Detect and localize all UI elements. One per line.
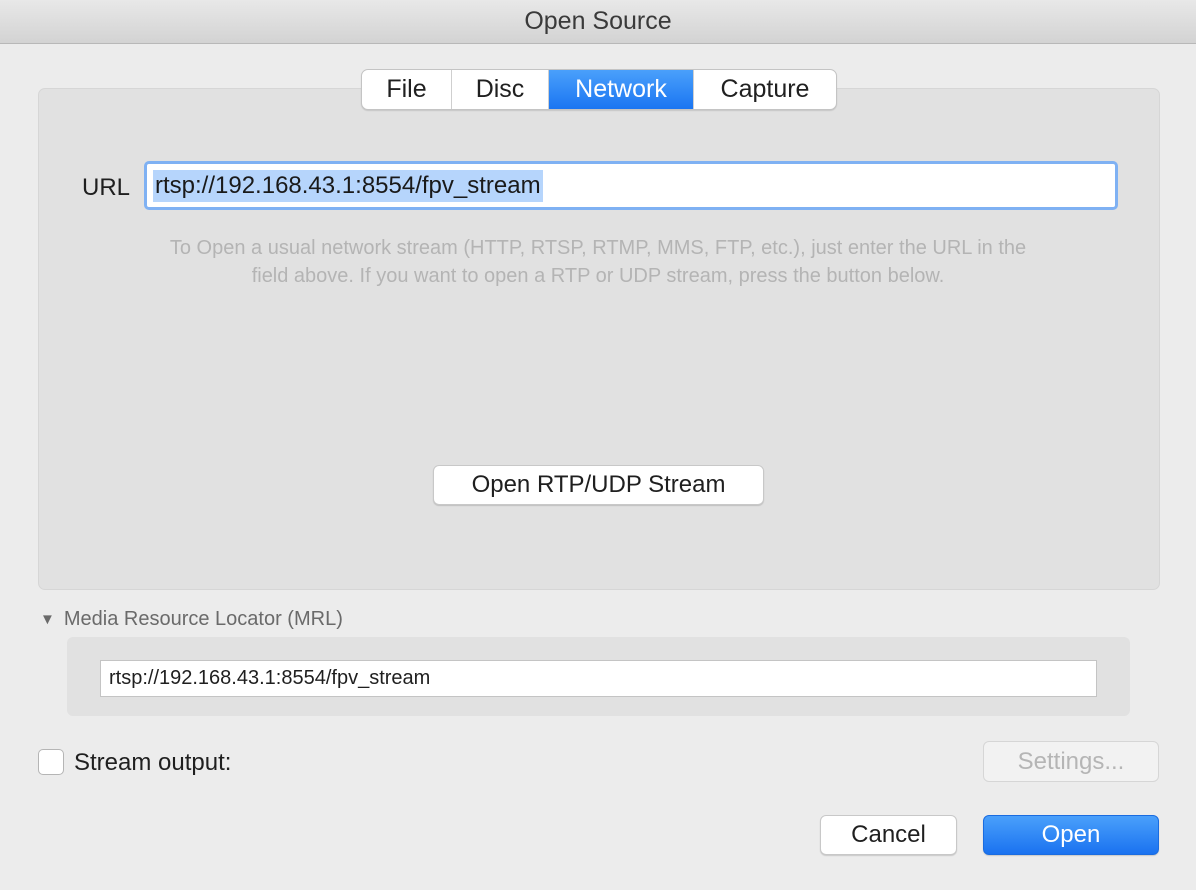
hint-line-1: To Open a usual network stream (HTTP, RT… <box>169 237 1027 259</box>
mrl-toggle-label: Media Resource Locator (MRL) <box>63 608 343 630</box>
mrl-disclosure-toggle[interactable]: ▼ Media Resource Locator (MRL) <box>40 608 343 631</box>
tab-capture[interactable]: Capture <box>694 70 836 109</box>
network-hint-text: To Open a usual network stream (HTTP, RT… <box>60 234 1136 290</box>
open-source-dialog: Open Source File Disc Network Capture UR… <box>0 0 1196 890</box>
tab-file[interactable]: File <box>362 70 452 109</box>
hint-line-2: field above. If you want to open a RTP o… <box>251 265 945 287</box>
url-input[interactable]: rtsp://192.168.43.1:8554/fpv_stream <box>144 161 1118 210</box>
tab-network[interactable]: Network <box>549 70 694 109</box>
open-button[interactable]: Open <box>983 815 1159 855</box>
settings-button[interactable]: Settings... <box>983 741 1159 782</box>
open-rtp-udp-stream-button[interactable]: Open RTP/UDP Stream <box>433 465 764 505</box>
disclosure-triangle-down-icon: ▼ <box>40 611 55 628</box>
cancel-button[interactable]: Cancel <box>820 815 957 855</box>
url-input-value: rtsp://192.168.43.1:8554/fpv_stream <box>153 169 543 202</box>
window-title: Open Source <box>524 7 672 35</box>
stream-output-checkbox[interactable] <box>38 749 64 775</box>
source-tabs: File Disc Network Capture <box>361 69 837 110</box>
url-label: URL <box>82 174 131 201</box>
title-bar: Open Source <box>0 0 1196 44</box>
stream-output-label: Stream output: <box>74 749 232 776</box>
tab-disc[interactable]: Disc <box>452 70 549 109</box>
mrl-input[interactable]: rtsp://192.168.43.1:8554/fpv_stream <box>100 660 1097 697</box>
